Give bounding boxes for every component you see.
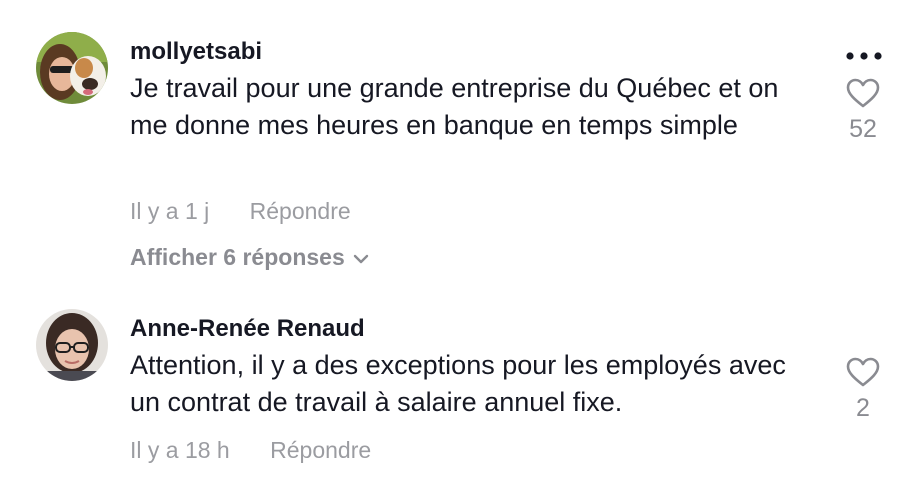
- reply-button[interactable]: Répondre: [270, 437, 371, 463]
- comment-username[interactable]: Anne-Renée Renaud: [130, 315, 365, 343]
- comment-timestamp: Il y a 18 h: [130, 437, 230, 463]
- chevron-down-icon: [353, 254, 368, 264]
- comments-panel: mollyetsabi Je travail pour une grande e…: [0, 0, 898, 486]
- like-area: 2: [838, 357, 888, 423]
- heart-outline-icon: [846, 78, 880, 108]
- avatar[interactable]: [36, 309, 108, 381]
- like-area: 52: [838, 78, 888, 144]
- avatar-image: [36, 32, 108, 104]
- show-replies-label: Afficher 6 réponses: [130, 244, 345, 270]
- comment-text: Je travail pour une grande entreprise du…: [130, 73, 779, 140]
- reply-button[interactable]: Répondre: [250, 198, 351, 224]
- avatar-image: [36, 309, 108, 381]
- comment-timestamp: Il y a 1 j: [130, 198, 210, 224]
- more-options-button[interactable]: [845, 48, 885, 60]
- comment-item: mollyetsabi Je travail pour une grande e…: [0, 0, 898, 300]
- show-replies-button[interactable]: Afficher 6 réponses: [130, 244, 369, 271]
- comment-meta: Il y a 18 h Répondre: [130, 437, 371, 464]
- avatar[interactable]: [36, 32, 108, 104]
- like-count: 52: [849, 115, 877, 143]
- comment-item: Anne-Renée Renaud Attention, il y a des …: [0, 300, 898, 486]
- like-count: 2: [856, 394, 870, 422]
- heart-outline-icon: [846, 357, 880, 387]
- comment-username[interactable]: mollyetsabi: [130, 38, 262, 66]
- like-button[interactable]: [838, 78, 888, 113]
- like-button[interactable]: [838, 357, 888, 392]
- comment-text: Attention, il y a des exceptions pour le…: [130, 350, 786, 417]
- comment-meta: Il y a 1 j Répondre: [130, 198, 351, 225]
- more-dots-icon: [846, 52, 882, 60]
